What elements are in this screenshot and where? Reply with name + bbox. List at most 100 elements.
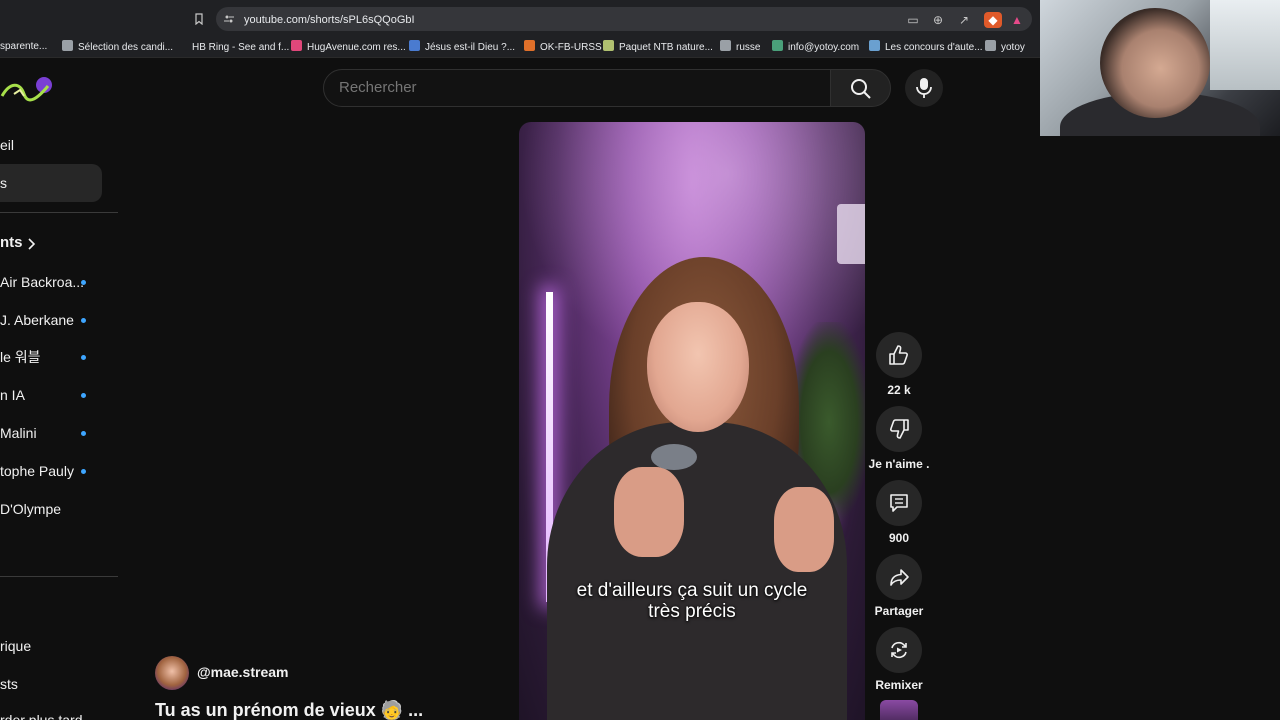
caption-line: très précis [648, 601, 736, 622]
site-settings-icon[interactable] [222, 13, 236, 25]
like-button[interactable] [876, 332, 922, 378]
sidebar-channel-item[interactable]: Malini [0, 424, 37, 442]
bookmark-item[interactable]: Les concours d'aute... [869, 40, 983, 55]
rewards-icon[interactable]: ▲ [1009, 12, 1025, 28]
like-count: 22 k [887, 383, 911, 397]
bookmark-item[interactable]: yotoy [985, 40, 1025, 55]
bookmark-label: sparente... [0, 41, 48, 52]
bookmark-item[interactable]: Sélection des candi... [62, 40, 173, 55]
bookmark-item[interactable]: HugAvenue.com res... [291, 40, 406, 55]
channel-avatar[interactable] [155, 656, 189, 690]
bookmark-label: Paquet NTB nature... [619, 42, 713, 53]
sidebar-channel-item[interactable]: le 워블 [0, 348, 41, 366]
bookmark-item[interactable]: russe [720, 40, 760, 55]
comment-count: 900 [888, 531, 910, 545]
webcam-overlay [1040, 0, 1280, 136]
sidebar-divider [0, 212, 118, 213]
bookmark-favicon-icon [720, 40, 731, 51]
bookmark-label: OK-FB-URSS [540, 42, 602, 53]
bookmark-item[interactable]: HB Ring - See and f... [176, 40, 289, 55]
bookmark-label: info@yotoy.com [788, 42, 860, 53]
bookmark-label: Sélection des candi... [78, 42, 174, 53]
bookmark-favicon-icon [62, 40, 73, 51]
sound-thumbnail[interactable] [880, 700, 918, 720]
bookmark-item[interactable]: Jésus est-il Dieu ?... [409, 40, 515, 55]
bookmark-label: HB Ring - See and f... [192, 42, 290, 53]
sidebar-item-watch-later[interactable]: rder plus tard [0, 711, 82, 720]
caption-line: et d'ailleurs ça suit un cycle [576, 580, 808, 601]
comments-button[interactable] [876, 480, 922, 526]
new-content-dot [81, 318, 86, 323]
shorts-video-player[interactable] [519, 122, 865, 720]
video-scene-detail [837, 204, 865, 264]
microphone-icon [916, 78, 932, 98]
bookmark-item[interactable]: Paquet NTB nature... [603, 40, 713, 55]
share-button[interactable] [876, 554, 922, 600]
remix-button[interactable] [876, 627, 922, 673]
video-caption: et d'ailleurs ça suit un cycle très préc… [519, 580, 865, 622]
remix-label: Remixer [875, 678, 923, 692]
channel-handle[interactable]: @mae.stream [197, 664, 288, 680]
sidebar-subscriptions-header[interactable]: nts [0, 234, 23, 252]
dislike-button[interactable] [876, 406, 922, 452]
short-title[interactable]: Tu as un prénom de vieux 🧓 ... [155, 700, 423, 720]
bookmark-item[interactable]: OK-FB-URSS [524, 40, 602, 55]
zoom-icon[interactable]: ⊕ [930, 12, 946, 28]
bookmark-icon[interactable] [192, 13, 206, 26]
sidebar-item-history[interactable]: rique [0, 637, 31, 655]
bookmark-label: HugAvenue.com res... [307, 42, 406, 53]
chevron-right-icon[interactable] [26, 238, 36, 250]
share-arrow-icon [890, 569, 909, 586]
sidebar-item-home[interactable]: eil [0, 136, 14, 154]
video-subject [651, 444, 697, 470]
new-content-dot [81, 355, 86, 360]
bookmark-favicon-icon [409, 40, 420, 51]
search-icon [851, 79, 871, 99]
bookmark-label: russe [736, 42, 761, 53]
streamer-head [1100, 8, 1210, 118]
new-content-dot [81, 393, 86, 398]
share-label: Partager [874, 604, 924, 618]
search-button[interactable] [830, 69, 891, 107]
remix-icon [891, 641, 907, 659]
sidebar-channel-item[interactable]: D'Olympe [0, 500, 61, 518]
thumbs-up-icon [889, 345, 908, 365]
new-content-dot [81, 469, 86, 474]
brave-shield-icon[interactable]: ◆ [984, 12, 1002, 28]
bookmark-favicon-icon [603, 40, 614, 51]
search-input[interactable] [339, 79, 809, 96]
bookmark-item[interactable]: sparente... [0, 40, 47, 54]
cast-icon[interactable]: ▭ [905, 12, 921, 28]
bookmark-label: Jésus est-il Dieu ?... [425, 42, 516, 53]
sidebar-channel-item[interactable]: tophe Pauly [0, 462, 74, 480]
bookmark-favicon-icon [869, 40, 880, 51]
bookmark-favicon-icon [985, 40, 996, 51]
bookmark-favicon-icon [524, 40, 535, 51]
sidebar-channel-item[interactable]: Air Backroa... [0, 273, 84, 291]
bookmark-label: Les concours d'aute... [885, 42, 983, 53]
sidebar-item-shorts[interactable]: s [0, 174, 7, 192]
bookmark-favicon-icon [176, 40, 187, 51]
dislike-label: Je n'aime . [868, 457, 930, 471]
sidebar-item-shorts-bg[interactable] [0, 164, 102, 202]
bookmark-label: yotoy [1001, 42, 1025, 53]
sidebar-divider [0, 576, 118, 577]
bookmark-favicon-icon [291, 40, 302, 51]
voice-search-button[interactable] [905, 69, 943, 107]
thumbs-down-icon [890, 419, 909, 439]
video-subject [647, 302, 749, 432]
sidebar-channel-item[interactable]: J. Aberkane [0, 311, 74, 329]
youtube-logo[interactable] [0, 74, 56, 102]
new-content-dot [81, 280, 86, 285]
sidebar-channel-item[interactable]: n IA [0, 386, 25, 404]
new-content-dot [81, 431, 86, 436]
bookmark-favicon-icon [772, 40, 783, 51]
video-subject [614, 467, 684, 557]
url-text[interactable]: youtube.com/shorts/sPL6sQQoGbI [244, 13, 415, 27]
sidebar-item-playlists[interactable]: sts [0, 675, 18, 693]
comment-icon [890, 494, 908, 512]
background-window [1210, 0, 1280, 90]
video-subject [774, 487, 834, 572]
share-page-icon[interactable]: ↗ [956, 12, 972, 28]
bookmark-item[interactable]: info@yotoy.com [772, 40, 859, 55]
